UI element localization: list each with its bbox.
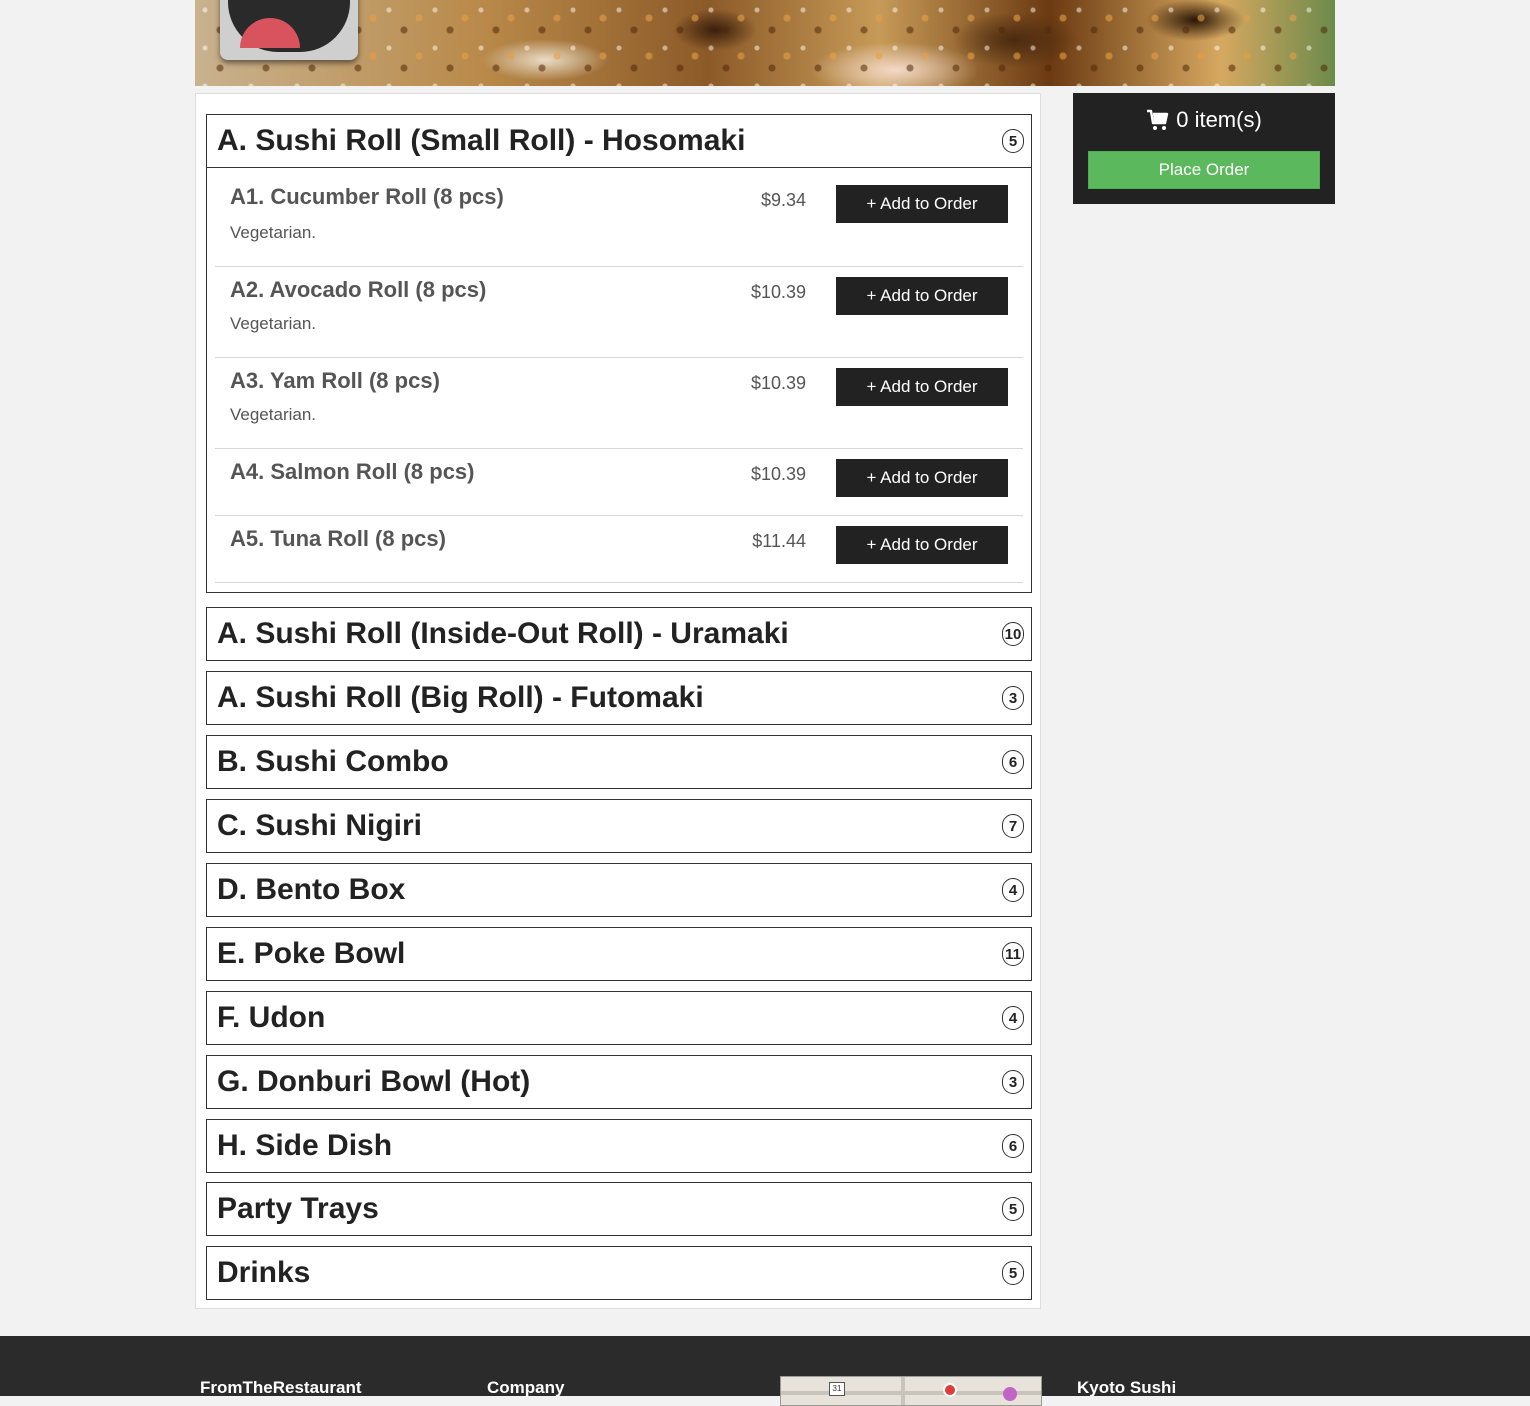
- place-order-button[interactable]: Place Order: [1088, 151, 1320, 189]
- category-side-dish[interactable]: H. Side Dish 6: [206, 1119, 1032, 1173]
- category-header[interactable]: G. Donburi Bowl (Hot) 3: [207, 1056, 1031, 1108]
- cart-count-text: 0 item(s): [1176, 107, 1262, 132]
- menu-item-name: A2. Avocado Roll (8 pcs): [230, 277, 487, 302]
- menu-item-name: A5. Tuna Roll (8 pcs): [230, 526, 446, 551]
- menu-item: A1. Cucumber Roll (8 pcs) Vegetarian. $9…: [215, 168, 1023, 267]
- category-header[interactable]: E. Poke Bowl 11: [207, 928, 1031, 980]
- category-bento-box[interactable]: D. Bento Box 4: [206, 863, 1032, 917]
- menu-item-price: $9.34: [760, 190, 806, 210]
- add-to-order-button[interactable]: + Add to Order: [836, 368, 1008, 406]
- category-udon[interactable]: F. Udon 4: [206, 991, 1032, 1045]
- menu-item-price: $10.39: [750, 373, 806, 393]
- footer-heading-kyoto-sushi: Kyoto Sushi: [1077, 1378, 1177, 1397]
- category-header[interactable]: H. Side Dish 6: [207, 1120, 1031, 1172]
- category-header[interactable]: F. Udon 4: [207, 992, 1031, 1044]
- add-to-order-button[interactable]: + Add to Order: [836, 459, 1008, 497]
- footer-heading-company: Company: [487, 1378, 565, 1397]
- category-title: A. Sushi Roll (Big Roll) - Futomaki: [217, 681, 704, 714]
- banner-texture: [195, 0, 1335, 86]
- category-title: A. Sushi Roll (Inside-Out Roll) - Uramak…: [217, 617, 789, 650]
- category-count-badge: 7: [1002, 814, 1024, 838]
- category-count-badge: 4: [1002, 1006, 1024, 1030]
- cart-panel: 0 item(s) Place Order: [1073, 93, 1335, 204]
- menu-item-description: Vegetarian.: [230, 405, 317, 424]
- menu-item: A2. Avocado Roll (8 pcs) Vegetarian. $10…: [215, 267, 1023, 358]
- category-title: H. Side Dish: [217, 1129, 393, 1162]
- category-title: F. Udon: [217, 1001, 326, 1034]
- category-title: E. Poke Bowl: [217, 937, 406, 970]
- footer: FromTheRestaurant Company 31 Kyoto Sushi: [0, 1336, 1530, 1406]
- category-items: A1. Cucumber Roll (8 pcs) Vegetarian. $9…: [207, 167, 1031, 583]
- menu-item-name: A4. Salmon Roll (8 pcs): [230, 459, 475, 484]
- location-map[interactable]: 31: [780, 1376, 1042, 1406]
- menu-panel: A. Sushi Roll (Small Roll) - Hosomaki 5 …: [195, 93, 1041, 1309]
- category-count-badge: 5: [1002, 1261, 1024, 1285]
- category-count-badge: 6: [1002, 1134, 1024, 1158]
- shopping-cart-icon: [1146, 108, 1170, 132]
- category-party-trays[interactable]: Party Trays 5: [206, 1182, 1032, 1236]
- category-header[interactable]: B. Sushi Combo 6: [207, 736, 1031, 788]
- map-road: [901, 1377, 905, 1405]
- category-header[interactable]: D. Bento Box 4: [207, 864, 1031, 916]
- menu-item-price: $10.39: [750, 282, 806, 302]
- category-title: C. Sushi Nigiri: [217, 809, 423, 842]
- category-count-badge: 3: [1002, 1070, 1024, 1094]
- category-count-badge: 6: [1002, 750, 1024, 774]
- category-count-badge: 10: [1002, 622, 1024, 646]
- category-title: A. Sushi Roll (Small Roll) - Hosomaki: [217, 124, 746, 157]
- category-header[interactable]: C. Sushi Nigiri 7: [207, 800, 1031, 852]
- category-drinks[interactable]: Drinks 5: [206, 1246, 1032, 1300]
- route-shield-icon: 31: [829, 1382, 845, 1396]
- category-header[interactable]: A. Sushi Roll (Inside-Out Roll) - Uramak…: [207, 608, 1031, 660]
- category-uramaki[interactable]: A. Sushi Roll (Inside-Out Roll) - Uramak…: [206, 607, 1032, 661]
- category-sushi-combo[interactable]: B. Sushi Combo 6: [206, 735, 1032, 789]
- add-to-order-button[interactable]: + Add to Order: [836, 277, 1008, 315]
- category-title: Party Trays: [217, 1192, 379, 1225]
- category-title: Drinks: [217, 1256, 311, 1289]
- menu-item-price: $10.39: [750, 464, 806, 484]
- category-header[interactable]: Party Trays 5: [207, 1183, 1031, 1235]
- menu-item: A3. Yam Roll (8 pcs) Vegetarian. $10.39 …: [215, 358, 1023, 449]
- category-count-badge: 3: [1002, 686, 1024, 710]
- cart-summary[interactable]: 0 item(s): [1073, 107, 1335, 133]
- category-header[interactable]: A. Sushi Roll (Small Roll) - Hosomaki 5: [207, 115, 1031, 167]
- menu-item: A5. Tuna Roll (8 pcs) $11.44 + Add to Or…: [215, 516, 1023, 583]
- add-to-order-button[interactable]: + Add to Order: [836, 526, 1008, 564]
- category-futomaki[interactable]: A. Sushi Roll (Big Roll) - Futomaki 3: [206, 671, 1032, 725]
- category-header[interactable]: Drinks 5: [207, 1247, 1031, 1299]
- category-count-badge: 5: [1002, 1197, 1024, 1221]
- category-header[interactable]: A. Sushi Roll (Big Roll) - Futomaki 3: [207, 672, 1031, 724]
- category-count-badge: 4: [1002, 878, 1024, 902]
- menu-item: A4. Salmon Roll (8 pcs) $10.39 + Add to …: [215, 449, 1023, 516]
- menu-item-name: A3. Yam Roll (8 pcs): [230, 368, 440, 393]
- category-hosomaki: A. Sushi Roll (Small Roll) - Hosomaki 5 …: [206, 114, 1032, 593]
- category-sushi-nigiri[interactable]: C. Sushi Nigiri 7: [206, 799, 1032, 853]
- menu-item-description: Vegetarian.: [230, 223, 317, 242]
- menu-item-description: Vegetarian.: [230, 314, 317, 333]
- category-count-badge: 11: [1002, 942, 1024, 966]
- map-pin-icon: [943, 1383, 957, 1397]
- add-to-order-button[interactable]: + Add to Order: [836, 185, 1008, 223]
- category-poke-bowl[interactable]: E. Poke Bowl 11: [206, 927, 1032, 981]
- hero-banner-image: [195, 0, 1335, 86]
- category-donburi-bowl[interactable]: G. Donburi Bowl (Hot) 3: [206, 1055, 1032, 1109]
- category-title: D. Bento Box: [217, 873, 406, 906]
- map-marker-icon: [1003, 1387, 1017, 1401]
- menu-item-name: A1. Cucumber Roll (8 pcs): [230, 184, 504, 209]
- menu-item-price: $11.44: [752, 531, 806, 551]
- category-title: B. Sushi Combo: [217, 745, 449, 778]
- footer-heading-from-the-restaurant: FromTheRestaurant: [200, 1378, 362, 1397]
- banner-plate: [220, 0, 358, 60]
- category-count-badge: 5: [1002, 129, 1024, 153]
- category-title: G. Donburi Bowl (Hot): [217, 1065, 531, 1098]
